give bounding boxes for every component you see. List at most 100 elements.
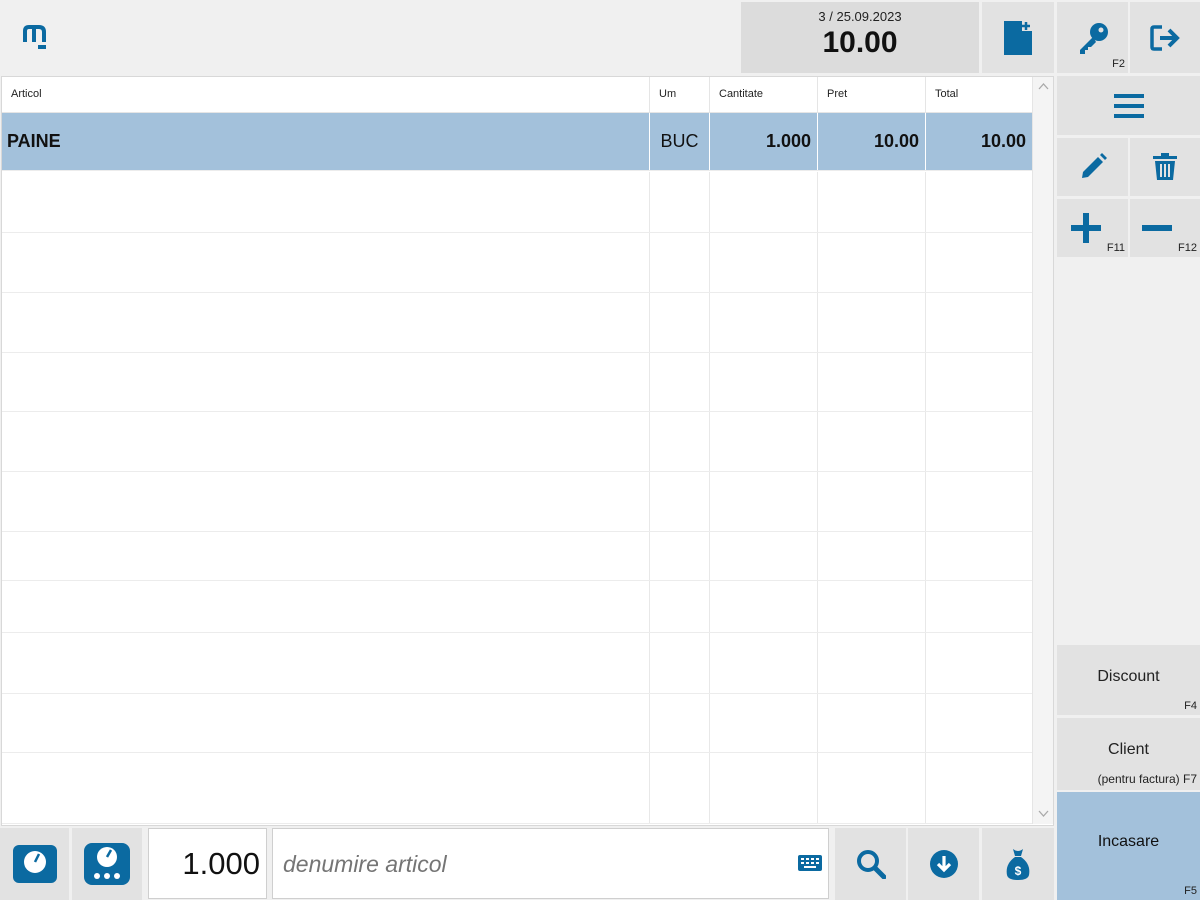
empty-cell xyxy=(926,581,1032,632)
new-document-icon xyxy=(1004,20,1032,55)
empty-table-row xyxy=(2,633,1032,694)
empty-table-row xyxy=(2,753,1032,824)
search-icon xyxy=(856,849,886,879)
cell-total: 10.00 xyxy=(980,131,1026,151)
empty-table-row xyxy=(2,581,1032,633)
decrease-quantity-button[interactable]: F12 xyxy=(1130,199,1200,257)
empty-cell xyxy=(710,694,818,752)
empty-cell xyxy=(818,581,926,632)
empty-cell xyxy=(2,581,650,632)
empty-cell xyxy=(926,353,1032,411)
empty-cell xyxy=(926,753,1032,823)
empty-cell xyxy=(818,293,926,352)
key-fkey: F2 xyxy=(1112,58,1125,70)
article-search-input[interactable] xyxy=(283,846,773,882)
column-header-cantitate[interactable]: Cantitate xyxy=(710,77,818,113)
new-document-button[interactable] xyxy=(982,2,1054,73)
empty-cell xyxy=(2,753,650,823)
down-button[interactable] xyxy=(908,828,979,900)
empty-cell xyxy=(650,532,710,580)
empty-table-row xyxy=(2,172,1032,233)
key-icon xyxy=(1076,21,1110,55)
empty-cell xyxy=(710,233,818,292)
empty-cell xyxy=(2,532,650,580)
empty-cell xyxy=(650,633,710,693)
money-bag-button[interactable]: $ xyxy=(982,828,1054,900)
cell-articol: PAINE xyxy=(2,113,650,170)
discount-fkey: F4 xyxy=(1184,700,1197,712)
menu-icon xyxy=(1113,93,1144,119)
scroll-up-arrow[interactable] xyxy=(1038,82,1049,90)
empty-table-row xyxy=(2,233,1032,293)
logout-button[interactable] xyxy=(1130,2,1200,73)
empty-cell xyxy=(818,753,926,823)
empty-cell xyxy=(650,412,710,471)
incasare-button[interactable]: Incasare F5 xyxy=(1057,792,1200,900)
table-row[interactable]: PAINE BUC 1.000 10.00 10.00 xyxy=(2,113,1032,171)
empty-cell xyxy=(818,694,926,752)
article-search-box[interactable] xyxy=(272,828,829,899)
empty-cell xyxy=(650,581,710,632)
empty-cell xyxy=(2,633,650,693)
logo xyxy=(22,22,52,52)
empty-cell xyxy=(2,694,650,752)
empty-cell xyxy=(650,172,710,232)
empty-cell xyxy=(818,233,926,292)
empty-cell xyxy=(926,412,1032,471)
empty-cell xyxy=(2,293,650,352)
empty-cell xyxy=(710,633,818,693)
scale-multi-button[interactable] xyxy=(72,828,142,900)
empty-cell xyxy=(650,233,710,292)
quantity-field[interactable]: 1.000 xyxy=(148,828,267,899)
empty-cell xyxy=(650,694,710,752)
empty-cell xyxy=(2,353,650,411)
discount-button[interactable]: Discount F4 xyxy=(1057,645,1200,715)
money-bag-icon: $ xyxy=(1005,847,1031,881)
receipt-summary: 3 / 25.09.2023 10.00 xyxy=(741,2,979,73)
empty-table-row xyxy=(2,412,1032,472)
empty-cell xyxy=(818,472,926,531)
empty-cell xyxy=(926,633,1032,693)
empty-cell xyxy=(710,412,818,471)
cell-um: BUC xyxy=(650,113,710,170)
empty-table-row xyxy=(2,472,1032,532)
search-button[interactable] xyxy=(835,828,906,900)
empty-cell xyxy=(2,472,650,531)
empty-cell xyxy=(926,233,1032,292)
empty-cell xyxy=(710,472,818,531)
increase-quantity-button[interactable]: F11 xyxy=(1057,199,1128,257)
empty-cell xyxy=(926,472,1032,531)
empty-cell xyxy=(650,472,710,531)
logout-icon xyxy=(1150,24,1180,52)
client-button[interactable]: Client (pentru factura) F7 xyxy=(1057,718,1200,790)
empty-cell xyxy=(818,412,926,471)
table-scrollbar[interactable] xyxy=(1032,77,1053,824)
plus-icon xyxy=(1070,213,1101,243)
scroll-down-arrow[interactable] xyxy=(1038,810,1049,818)
empty-cell xyxy=(710,581,818,632)
empty-cell xyxy=(2,412,650,471)
empty-cell xyxy=(818,633,926,693)
receipt-total: 10.00 xyxy=(822,26,898,59)
empty-cell xyxy=(710,532,818,580)
keyboard-icon[interactable] xyxy=(798,855,822,871)
receipt-info: 3 / 25.09.2023 xyxy=(818,9,902,24)
scale-icon xyxy=(12,845,57,883)
empty-table-row xyxy=(2,694,1032,753)
client-sub: (pentru factura) F7 xyxy=(1097,772,1197,786)
key-button[interactable]: F2 xyxy=(1057,2,1128,73)
column-header-articol[interactable]: Articol xyxy=(2,77,650,113)
column-header-pret[interactable]: Pret xyxy=(818,77,926,113)
column-header-um[interactable]: Um xyxy=(650,77,710,113)
cell-pret: 10.00 xyxy=(818,113,926,170)
scale-multi-icon xyxy=(84,843,130,885)
scale-button[interactable] xyxy=(0,828,69,900)
incasare-label: Incasare xyxy=(1097,833,1160,850)
column-header-total[interactable]: Total xyxy=(926,77,1032,113)
delete-button[interactable] xyxy=(1130,138,1200,196)
empty-table-row xyxy=(2,532,1032,581)
menu-button[interactable] xyxy=(1057,76,1200,135)
incasare-fkey: F5 xyxy=(1184,885,1197,897)
minus-fkey: F12 xyxy=(1178,242,1197,254)
edit-button[interactable] xyxy=(1057,138,1128,196)
